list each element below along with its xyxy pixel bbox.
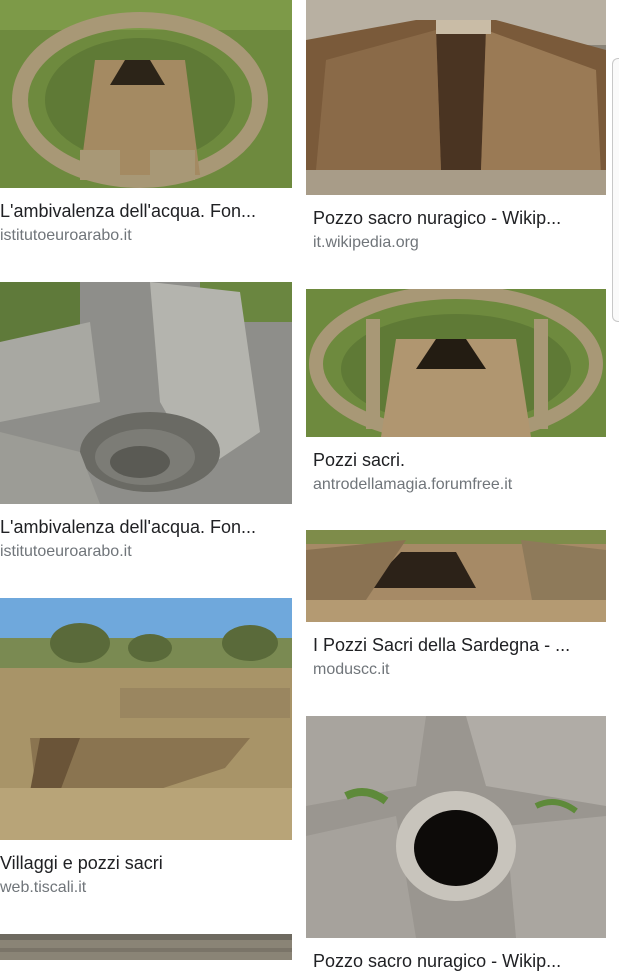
result-source: istitutoeuroarabo.it [0,543,132,560]
result-source: it.wikipedia.org [313,234,419,251]
result-title[interactable]: Pozzo sacro nuragico - Wikip... [313,207,603,229]
result-thumbnail[interactable] [306,289,606,437]
result-thumbnail[interactable] [0,934,292,960]
result-source: web.tiscali.it [0,879,87,896]
image-result-card[interactable]: Pozzi sacri. antrodellamagia.forumfree.i… [306,289,606,509]
image-result-card[interactable]: Pozzo sacro nuragico - Wikip... it.wikip… [306,0,606,260]
result-title[interactable]: Pozzi sacri. [313,449,603,471]
result-title[interactable]: L'ambivalenza dell'acqua. Fon... [0,516,285,538]
result-source: antrodellamagia.forumfree.it [313,476,513,493]
result-title[interactable]: Villaggi e pozzi sacri [0,852,285,874]
result-title[interactable]: I Pozzi Sacri della Sardegna - ... [313,634,603,656]
image-result-card[interactable]: Villaggi e pozzi sacri web.tiscali.it [0,598,292,908]
image-result-card[interactable]: Pozzo sacro nuragico - Wikip... [306,716,606,971]
image-result-card[interactable]: L'ambivalenza dell'acqua. Fon... istitut… [0,282,292,572]
result-thumbnail[interactable] [306,530,606,622]
image-result-card[interactable]: L'ambivalenza dell'acqua. Fon... istitut… [0,0,292,260]
image-result-card[interactable]: I Pozzi Sacri della Sardegna - ... modus… [306,530,606,690]
result-thumbnail[interactable] [306,716,606,938]
result-thumbnail[interactable] [0,598,292,840]
result-source: moduscc.it [313,661,390,678]
scrollbar-handle[interactable] [612,58,619,322]
result-title[interactable]: Pozzo sacro nuragico - Wikip... [313,950,603,972]
result-thumbnail[interactable] [0,0,292,188]
result-source: istitutoeuroarabo.it [0,227,132,244]
result-thumbnail[interactable] [0,282,292,504]
result-thumbnail[interactable] [306,0,606,195]
result-title[interactable]: L'ambivalenza dell'acqua. Fon... [0,200,285,222]
